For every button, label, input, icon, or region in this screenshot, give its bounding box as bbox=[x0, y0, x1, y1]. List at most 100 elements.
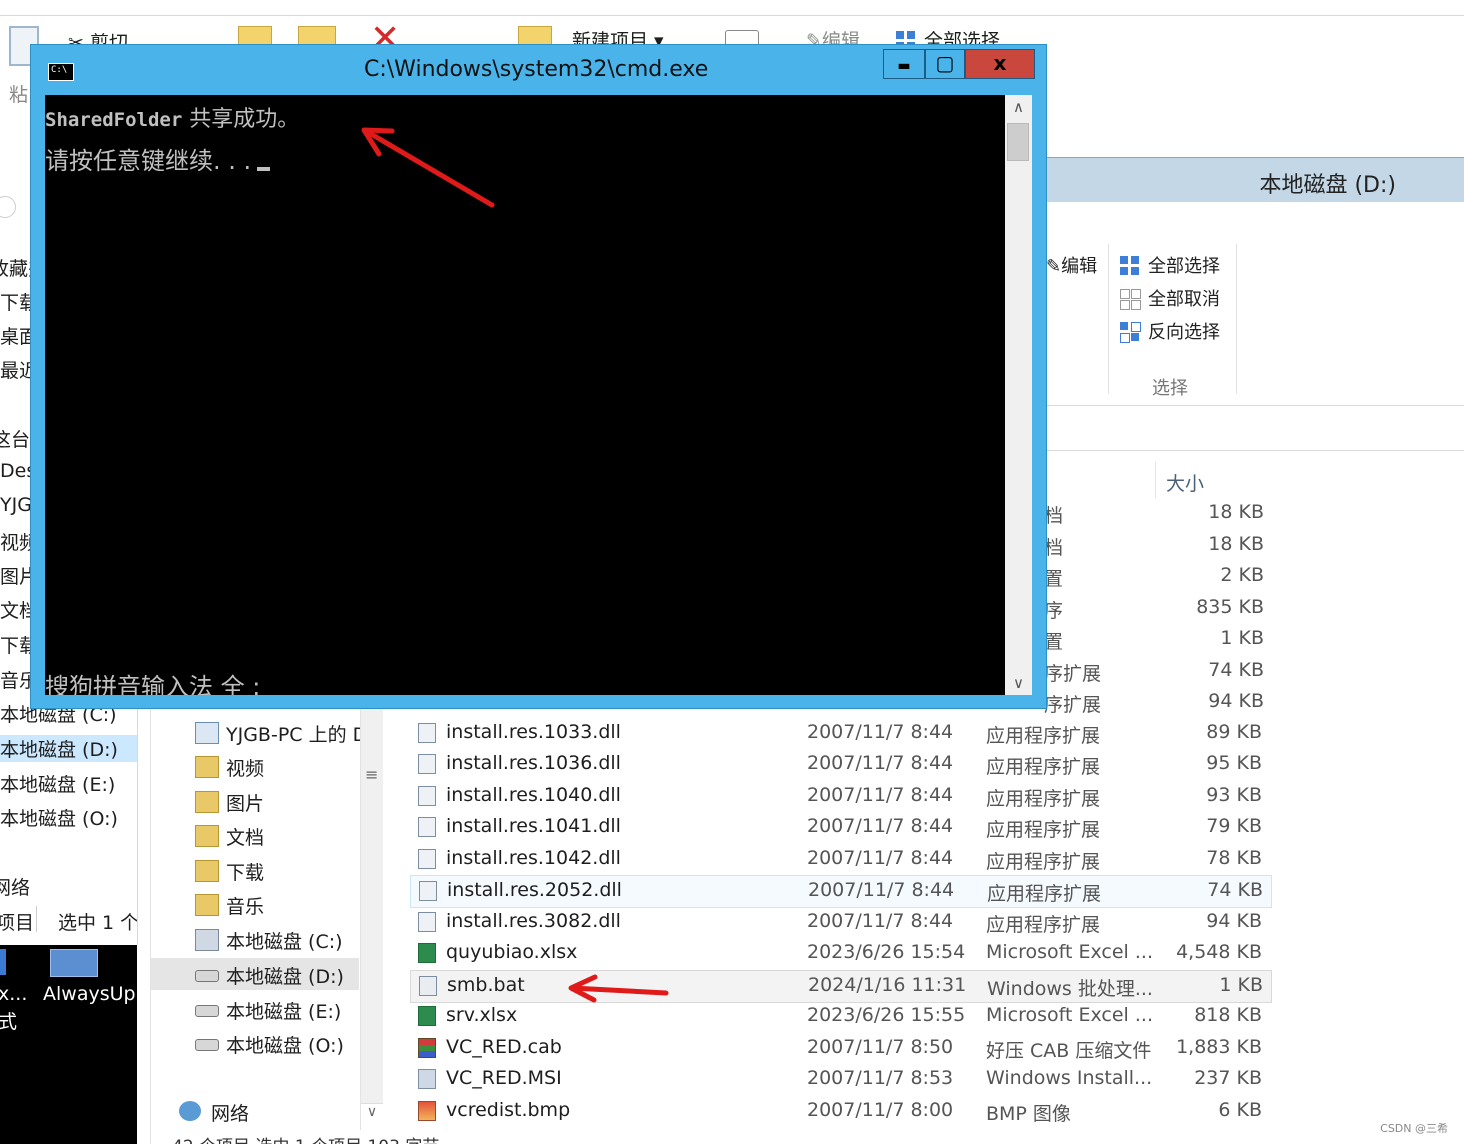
scroll-grip-icon: ≡ bbox=[365, 765, 379, 784]
file-row-hovered[interactable]: install.res.2052.dll 2007/11/7 8:44 应用程序扩展… bbox=[410, 875, 1272, 908]
scroll-thumb[interactable] bbox=[1007, 123, 1029, 161]
tree-downloads[interactable]: 下载 bbox=[151, 854, 359, 886]
file-name: VC_RED.MSI bbox=[446, 1067, 562, 1089]
maximize-button[interactable]: ▢ bbox=[925, 49, 965, 79]
excel-file-icon bbox=[418, 943, 436, 963]
paste-label[interactable]: 粘 bbox=[9, 80, 28, 107]
tree-drive-e[interactable]: 本地磁盘 (E:) bbox=[151, 993, 359, 1025]
tree-label: 本地磁盘 (D:) bbox=[226, 966, 344, 988]
edit-button[interactable]: ✎编辑 bbox=[1046, 252, 1097, 278]
batch-file-icon bbox=[419, 976, 437, 996]
system-drive-icon bbox=[195, 929, 219, 951]
file-name: smb.bat bbox=[447, 974, 525, 996]
nav-network[interactable]: 网络 bbox=[0, 873, 30, 900]
tree-label: 图片 bbox=[226, 793, 265, 815]
file-size: 93 KB bbox=[1206, 784, 1262, 806]
desktop-icon-label[interactable]: x... bbox=[0, 983, 27, 1005]
file-row[interactable]: install.res.1042.dll 2007/11/7 8:44 应用程序扩展… bbox=[410, 844, 1270, 875]
file-type: 档 bbox=[1044, 537, 1064, 559]
file-type: 应用程序扩展 bbox=[987, 883, 1102, 905]
minimize-button[interactable]: ▬ bbox=[883, 49, 925, 79]
select-all-label: 全部选择 bbox=[1148, 256, 1220, 277]
tree-drive-c[interactable]: 本地磁盘 (C:) bbox=[151, 923, 359, 955]
file-name: install.res.1033.dll bbox=[446, 721, 621, 743]
file-row-partial[interactable]: 置 2 KB bbox=[1030, 561, 1270, 592]
file-row[interactable]: srv.xlsx 2023/6/26 15:55 Microsoft Excel .… bbox=[410, 1001, 1270, 1032]
file-size: 79 KB bbox=[1206, 815, 1262, 837]
file-date: 2007/11/7 8:44 bbox=[807, 847, 954, 869]
desktop-shortcut-icon[interactable] bbox=[0, 949, 6, 975]
file-row-partial[interactable]: 档 18 KB bbox=[1030, 530, 1270, 561]
select-none-button[interactable]: 全部取消 bbox=[1120, 285, 1220, 311]
nav-drive-e[interactable]: 本地磁盘 (E:) bbox=[0, 770, 115, 797]
file-size: 18 KB bbox=[1208, 501, 1264, 523]
file-row[interactable]: install.res.1040.dll 2007/11/7 8:44 应用程序扩展… bbox=[410, 781, 1270, 812]
file-row-partial[interactable]: 档 18 KB bbox=[1030, 498, 1270, 529]
file-date: 2007/11/7 8:44 bbox=[807, 910, 954, 932]
console-scrollbar[interactable]: ∧ ∨ bbox=[1005, 95, 1032, 695]
image-file-icon bbox=[418, 1101, 436, 1121]
file-date: 2023/6/26 15:55 bbox=[807, 1004, 966, 1026]
tree-drive-o[interactable]: 本地磁盘 (O:) bbox=[151, 1027, 359, 1059]
tree-network-share[interactable]: YJGB-PC 上的 D bbox=[151, 716, 367, 748]
group-divider bbox=[1108, 244, 1109, 394]
file-row-selected[interactable]: smb.bat 2024/1/16 11:31 Windows 批处理... 1 KB bbox=[410, 970, 1272, 1003]
file-name: install.res.1041.dll bbox=[446, 815, 621, 837]
tree-label: 本地磁盘 (O:) bbox=[226, 1035, 344, 1057]
tree-label: 文档 bbox=[226, 827, 265, 849]
cmd-app-icon[interactable]: C:\ bbox=[48, 63, 74, 81]
share-name: SharedFolder bbox=[45, 109, 183, 131]
back-button[interactable] bbox=[0, 196, 16, 218]
file-date: 2007/11/7 8:53 bbox=[807, 1067, 954, 1089]
file-row[interactable]: VC_RED.MSI 2007/11/7 8:53 Windows Install.… bbox=[410, 1064, 1270, 1095]
size-column-header[interactable]: 大小 bbox=[1155, 462, 1276, 498]
file-name: VC_RED.cab bbox=[446, 1036, 562, 1058]
console-output[interactable]: SharedFolder 共享成功。 请按任意键继续. . . 搜狗拼音输入法 … bbox=[45, 95, 1005, 695]
explorer-status-bar: 42 个项目 选中 1 个项目 103 字节 bbox=[150, 1130, 550, 1144]
file-row[interactable]: install.res.1036.dll 2007/11/7 8:44 应用程序扩展… bbox=[410, 749, 1270, 780]
pencil-icon: ✎ bbox=[1046, 256, 1062, 277]
scroll-down-arrow-icon[interactable]: ∨ bbox=[1005, 671, 1032, 695]
nav-drive-d[interactable]: 本地磁盘 (D:) bbox=[0, 735, 137, 762]
file-row[interactable]: install.res.3082.dll 2007/11/7 8:44 应用程序扩展… bbox=[410, 907, 1270, 938]
scroll-down-arrow-icon[interactable]: ∨ bbox=[361, 1103, 383, 1130]
cmd-title-bar[interactable]: C:\ C:\Windows\system32\cmd.exe ▬ ▢ x bbox=[31, 45, 1046, 95]
file-row[interactable]: quyubiao.xlsx 2023/6/26 15:54 Microsoft Ex… bbox=[410, 938, 1270, 969]
tree-label: 下载 bbox=[226, 862, 265, 884]
tree-videos[interactable]: 视频 bbox=[151, 750, 359, 782]
tree-documents[interactable]: 文档 bbox=[151, 819, 359, 851]
file-size: 237 KB bbox=[1194, 1067, 1262, 1089]
tree-network[interactable]: 网络 bbox=[151, 1095, 359, 1127]
alwaysup-label[interactable]: AlwaysUp bbox=[43, 983, 136, 1005]
file-row-partial[interactable]: 序扩展 74 KB bbox=[1030, 656, 1270, 687]
videos-folder-icon bbox=[195, 756, 219, 778]
file-row-partial[interactable]: 序 835 KB bbox=[1030, 593, 1270, 624]
tree-label: 网络 bbox=[211, 1103, 250, 1125]
file-row[interactable]: vcredist.bmp 2007/11/7 8:00 BMP 图像 6 KB bbox=[410, 1096, 1270, 1127]
file-row[interactable]: VC_RED.cab 2007/11/7 8:50 好压 CAB 压缩文件 1,883… bbox=[410, 1033, 1270, 1064]
invert-selection-button[interactable]: 反向选择 bbox=[1120, 318, 1220, 344]
cmd-window[interactable]: C:\ C:\Windows\system32\cmd.exe ▬ ▢ x Sh… bbox=[31, 45, 1046, 708]
file-row-partial[interactable]: 序扩展 94 KB bbox=[1030, 687, 1270, 718]
file-type: 序扩展 bbox=[1044, 663, 1102, 685]
scroll-up-arrow-icon[interactable]: ∧ bbox=[1005, 95, 1032, 119]
tree-music[interactable]: 音乐 bbox=[151, 888, 359, 920]
share-success-text: 共享成功。 bbox=[182, 107, 300, 132]
navigation-tree: YJGB-PC 上的 D 视频 图片 文档 下载 音乐 本地磁盘 (C:) 本地… bbox=[150, 705, 383, 1144]
file-type: Windows 批处理... bbox=[987, 978, 1153, 1000]
select-all-button[interactable]: 全部选择 bbox=[1120, 252, 1220, 278]
tree-scrollbar[interactable]: ≡ ∨ bbox=[360, 705, 383, 1130]
file-row-partial[interactable]: 置 1 KB bbox=[1030, 624, 1270, 655]
minimize-icon: ▬ bbox=[897, 58, 911, 74]
close-button[interactable]: x bbox=[965, 49, 1035, 79]
file-row[interactable]: install.res.1041.dll 2007/11/7 8:44 应用程序扩展… bbox=[410, 812, 1270, 843]
file-name: install.res.1040.dll bbox=[446, 784, 621, 806]
alwaysup-icon[interactable] bbox=[50, 949, 98, 977]
file-row[interactable]: install.res.1033.dll 2007/11/7 8:44 应用程序扩展… bbox=[410, 718, 1270, 749]
tree-pictures[interactable]: 图片 bbox=[151, 785, 359, 817]
nav-yjg[interactable]: YJG bbox=[0, 494, 32, 516]
file-type: 好压 CAB 压缩文件 bbox=[986, 1040, 1152, 1062]
nav-drive-o[interactable]: 本地磁盘 (O:) bbox=[0, 804, 118, 831]
file-type: 档 bbox=[1044, 505, 1064, 527]
tree-drive-d[interactable]: 本地磁盘 (D:) bbox=[151, 958, 359, 990]
